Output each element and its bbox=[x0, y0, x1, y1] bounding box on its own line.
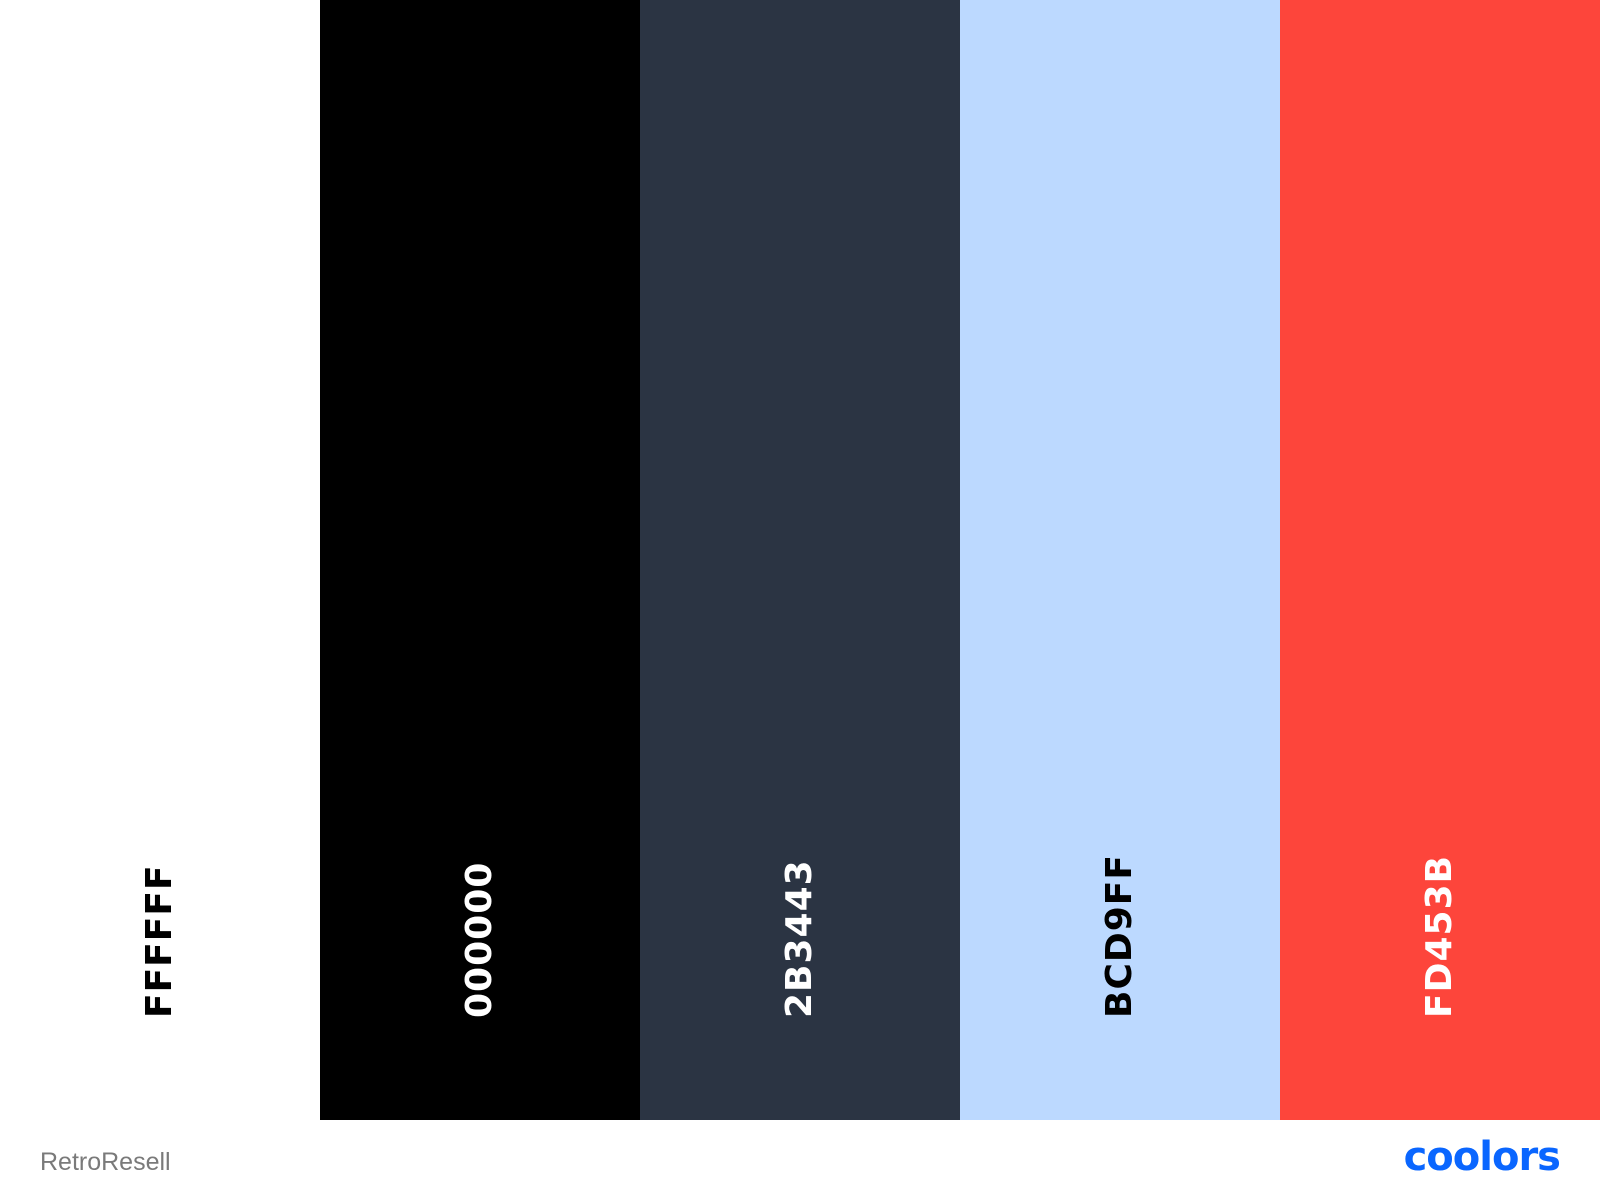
color-swatch-4[interactable]: BCD9FF bbox=[960, 0, 1280, 1120]
hex-code-label: FD453B bbox=[1419, 854, 1460, 1018]
hex-code-label: BCD9FF bbox=[1099, 854, 1140, 1018]
palette-footer: RetroResell coolors bbox=[0, 1120, 1600, 1200]
palette-name: RetroResell bbox=[40, 1148, 171, 1176]
hex-code-label: 2B3443 bbox=[779, 859, 820, 1018]
coolors-logo[interactable]: coolors bbox=[1404, 1134, 1561, 1180]
color-swatch-3[interactable]: 2B3443 bbox=[640, 0, 960, 1120]
color-swatch-2[interactable]: 000000 bbox=[320, 0, 640, 1120]
color-palette: FFFFFF 000000 2B3443 BCD9FF FD453B bbox=[0, 0, 1600, 1120]
color-swatch-1[interactable]: FFFFFF bbox=[0, 0, 320, 1120]
hex-code-label: FFFFFF bbox=[139, 864, 180, 1018]
hex-code-label: 000000 bbox=[459, 861, 500, 1018]
color-swatch-5[interactable]: FD453B bbox=[1280, 0, 1600, 1120]
